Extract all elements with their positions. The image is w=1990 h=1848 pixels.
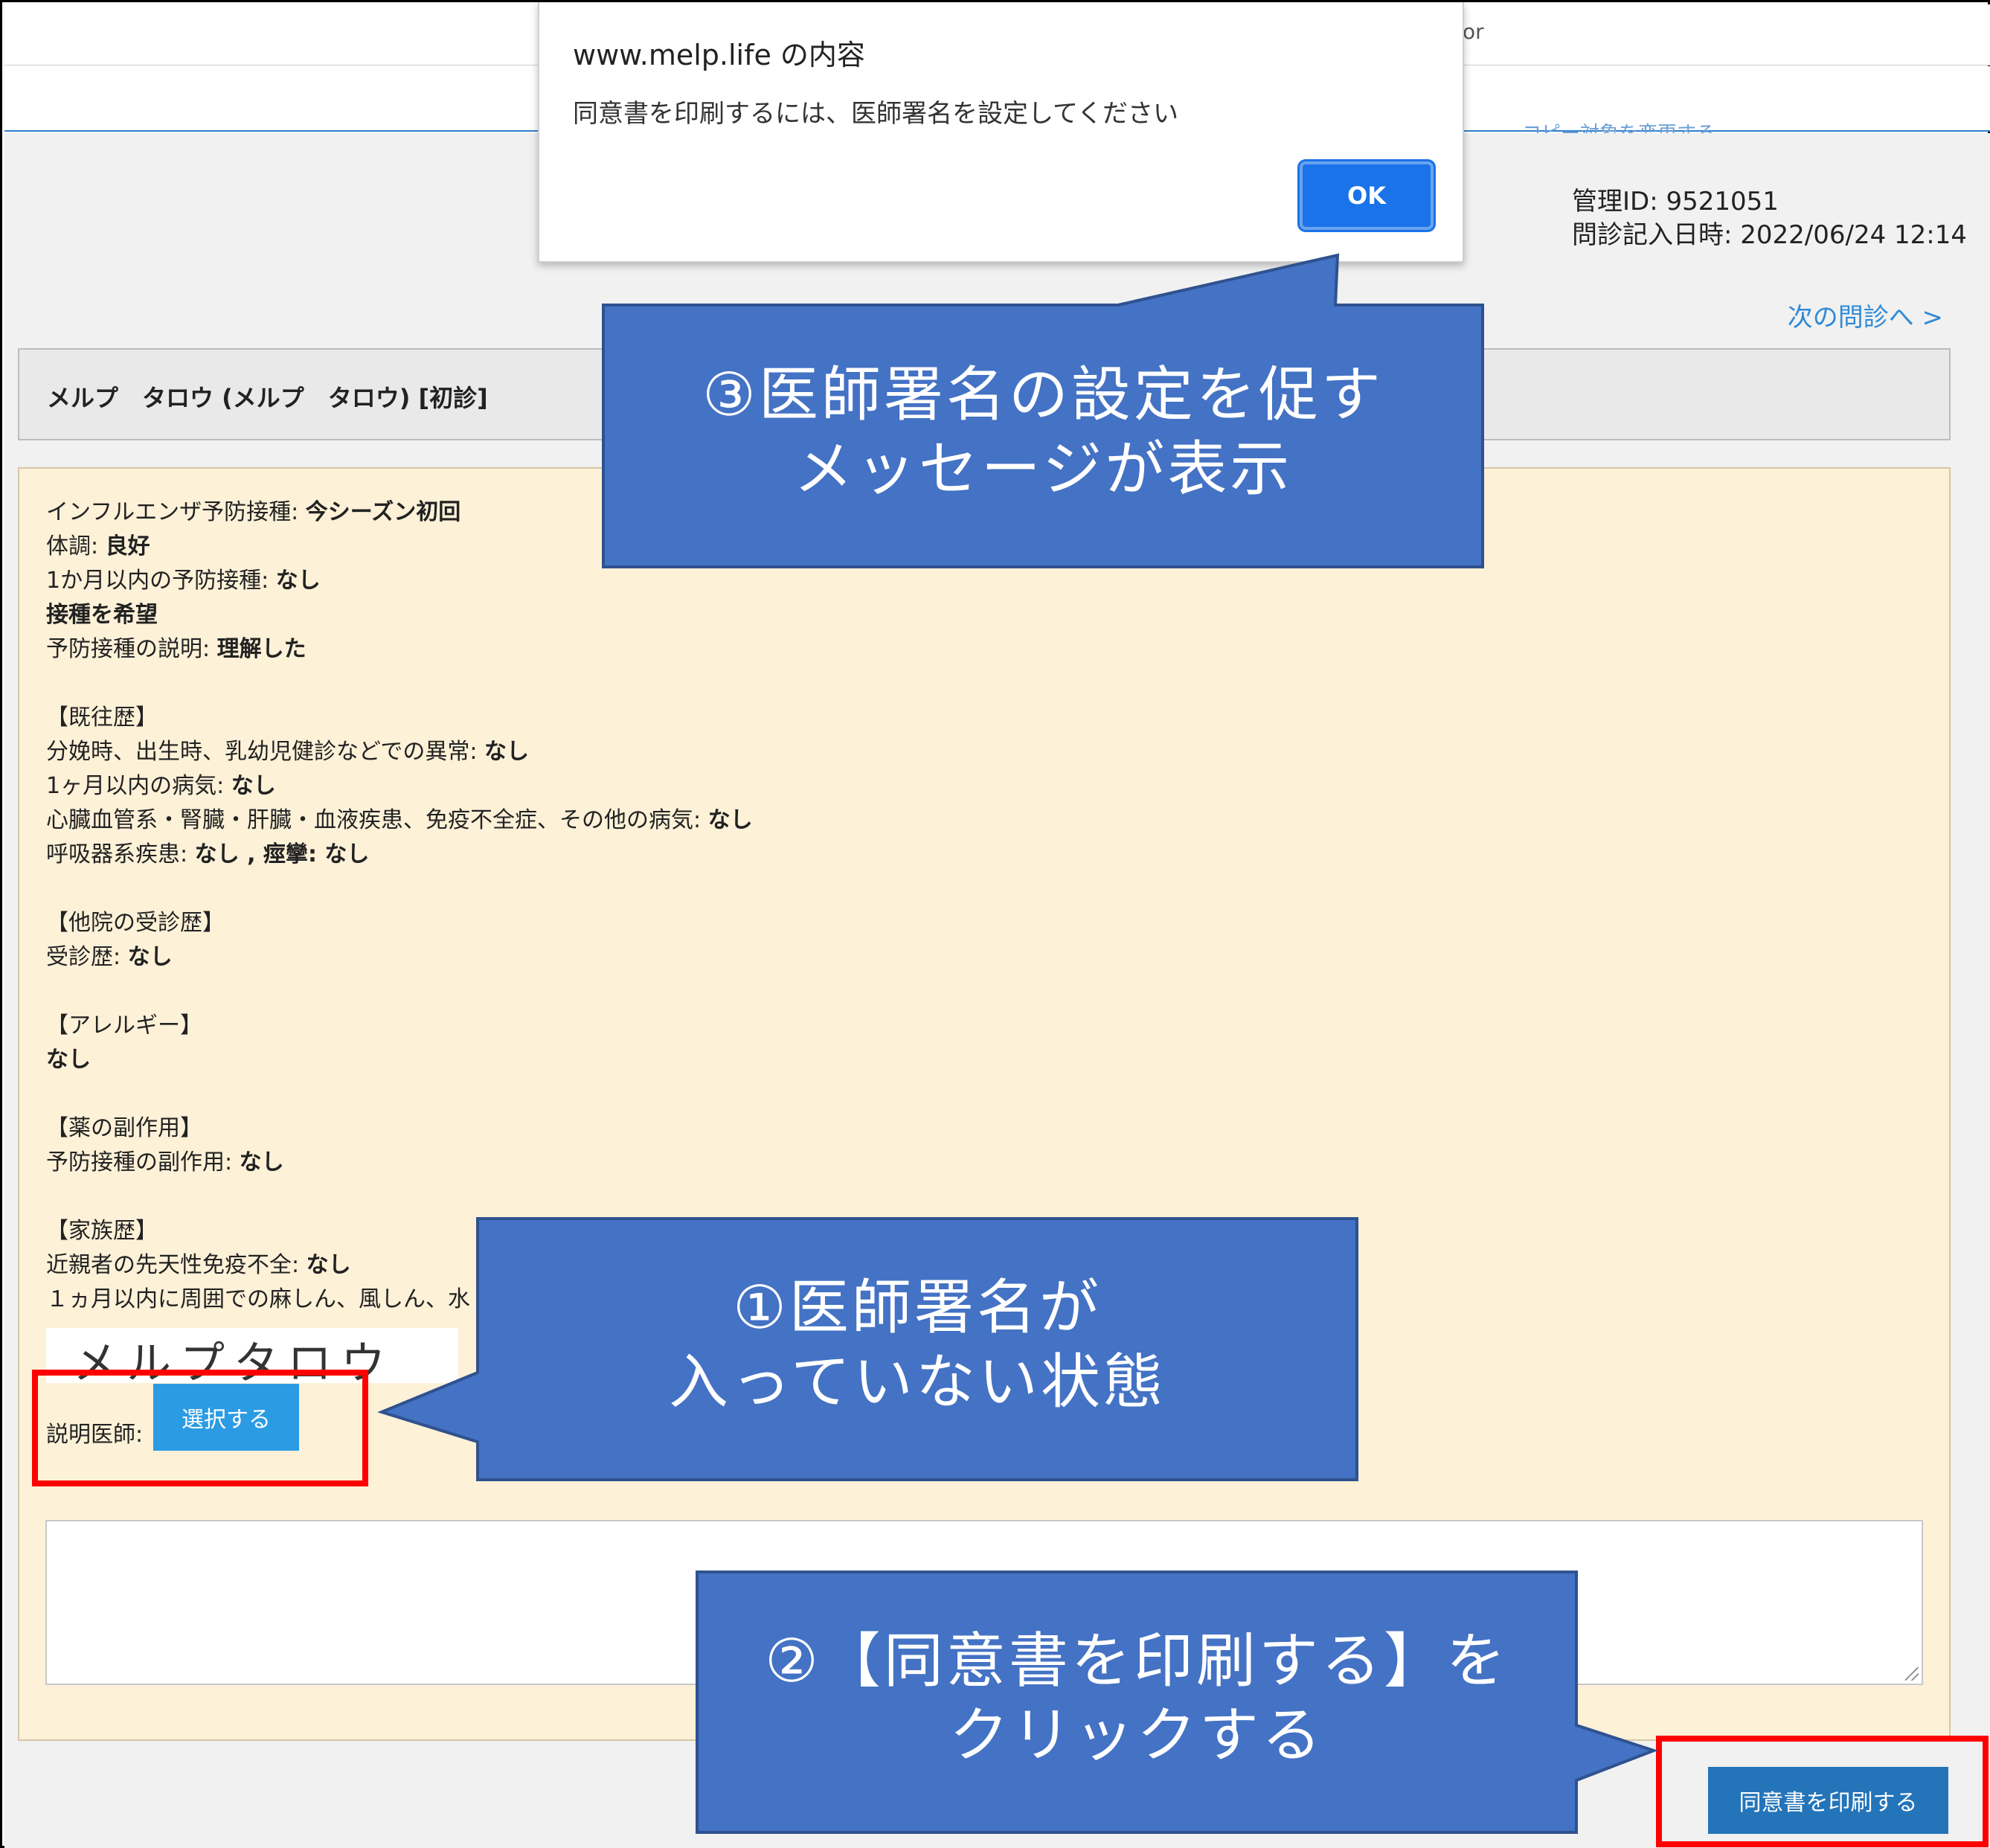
callout-2-line1: ②【同意書を印刷する】を: [765, 1626, 1509, 1695]
callout-1-line2: 入っていない状態: [669, 1347, 1166, 1417]
callout-3-text: ③医師署名の設定を促す メッセージが表示: [603, 358, 1483, 507]
callout-2-text: ②【同意書を印刷する】を クリックする: [697, 1624, 1576, 1773]
callout-1-line1: ①医師署名が: [733, 1273, 1102, 1342]
callout-shapes: [377, 253, 1658, 1834]
callout-3-line1: ③医師署名の設定を促す: [702, 360, 1384, 429]
callout-1-text: ①医師署名が 入っていない状態: [478, 1271, 1357, 1419]
callout-3-line2: メッセージが表示: [793, 434, 1293, 504]
callout-2-line2: クリックする: [949, 1701, 1324, 1770]
screenshot-frame: or コピー対象を変更する 管理ID: 9521051 問診記入日時: 2022…: [0, 0, 1990, 1848]
